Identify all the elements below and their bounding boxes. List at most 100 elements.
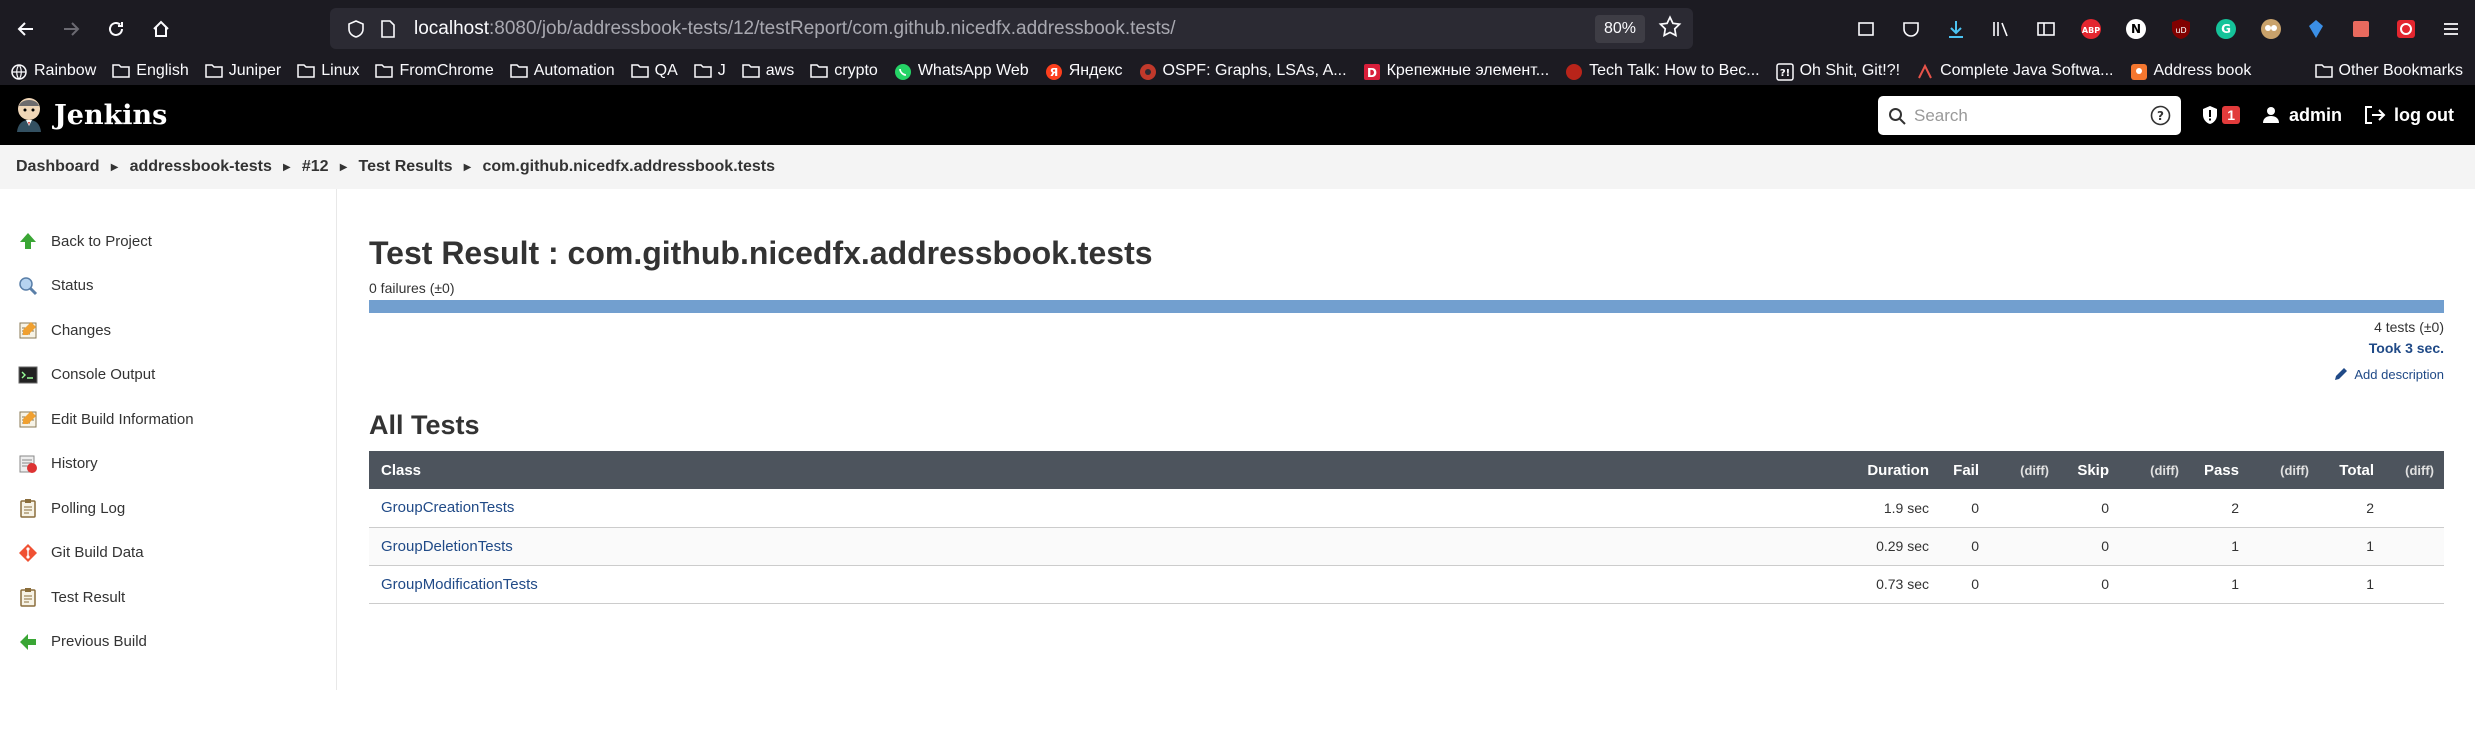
chevron-right-icon[interactable]: ▶ — [100, 162, 130, 173]
bookmark-item[interactable]: J — [694, 62, 726, 80]
cell-fail: 0 — [1939, 527, 1989, 566]
forward-arrow-icon — [63, 21, 79, 36]
sidebar-item-edit-build-information[interactable]: Edit Build Information — [0, 397, 336, 442]
search-input[interactable] — [1914, 105, 2134, 126]
reader-icon[interactable] — [1843, 6, 1888, 51]
folder-icon — [2314, 63, 2333, 79]
bookmark-item[interactable]: QA — [630, 62, 678, 80]
zoom-level[interactable]: 80% — [1594, 15, 1645, 43]
other-bookmarks[interactable]: Other Bookmarks — [2314, 62, 2463, 80]
download-icon[interactable] — [1933, 6, 1978, 51]
sidebar-item-git-build-data[interactable]: Git Build Data — [0, 531, 336, 576]
duration-link[interactable]: Took 3 sec. — [369, 340, 2444, 356]
reload-icon — [108, 21, 123, 36]
bookmark-item[interactable]: English — [112, 62, 189, 80]
bookmark-item[interactable]: Automation — [509, 62, 615, 80]
header-total-diff[interactable]: (diff) — [2384, 451, 2444, 489]
jenkins-home-link[interactable]: Jenkins — [14, 96, 167, 134]
sidebar-item-back-to-project[interactable]: Back to Project — [0, 219, 336, 264]
opera-icon[interactable] — [2383, 6, 2428, 51]
addressbook-icon — [2130, 63, 2148, 80]
folder-icon — [810, 63, 828, 79]
bookmark-item[interactable]: Tech Talk: How to Bec... — [1565, 62, 1760, 80]
logout-link[interactable]: log out — [2364, 105, 2454, 126]
user-menu[interactable]: admin — [2262, 105, 2342, 126]
breadcrumb-dashboard[interactable]: Dashboard — [16, 158, 100, 176]
bookmark-item[interactable]: Я Яндекс — [1045, 62, 1123, 80]
sidebar-toggle-icon[interactable] — [2023, 6, 2068, 51]
bookmark-label: QA — [654, 62, 678, 79]
cell-skip-diff — [2119, 527, 2189, 566]
bookmark-label: Juniper — [228, 62, 282, 79]
cell-total: 1 — [2319, 527, 2384, 566]
header-pass-diff[interactable]: (diff) — [2249, 451, 2319, 489]
menu-icon[interactable] — [2428, 6, 2473, 51]
home-button[interactable] — [138, 6, 183, 51]
security-alert-button[interactable]: 1 — [2201, 105, 2240, 125]
url-bar[interactable]: localhost:8080/job/addressbook-tests/12/… — [330, 8, 1693, 49]
bookmark-item[interactable]: Complete Java Softwa... — [1916, 62, 2114, 80]
sidebar-item-label: Git Build Data — [51, 544, 144, 562]
chevron-right-icon[interactable]: ▶ — [272, 162, 302, 173]
header-fail-diff[interactable]: (diff) — [1989, 451, 2059, 489]
sidebar-item-test-result[interactable]: Test Result — [0, 575, 336, 620]
bookmark-item[interactable]: FromChrome — [375, 62, 494, 80]
bookmark-star-icon[interactable] — [1657, 14, 1683, 45]
ublock-icon[interactable]: uD — [2158, 6, 2203, 51]
test-class-link[interactable]: GroupModificationTests — [381, 576, 538, 593]
bookmark-item[interactable]: Rainbow — [10, 62, 96, 80]
pocket-icon[interactable] — [1888, 6, 1933, 51]
test-class-link[interactable]: GroupDeletionTests — [381, 538, 513, 555]
bookmark-item[interactable]: crypto — [810, 62, 878, 80]
bookmark-item[interactable]: ?! Oh Shit, Git!?! — [1775, 62, 1900, 81]
test-class-link[interactable]: GroupCreationTests — [381, 499, 514, 516]
help-icon[interactable]: ? — [2150, 105, 2171, 126]
sidebar-item-status[interactable]: Status — [0, 264, 336, 309]
bookmark-item[interactable]: WhatsApp Web — [894, 62, 1029, 80]
chevron-right-icon[interactable]: ▶ — [329, 162, 359, 173]
cell-pass-diff — [2249, 489, 2319, 528]
extension-red-icon[interactable] — [2338, 6, 2383, 51]
other-bookmarks-label: Other Bookmarks — [2338, 62, 2463, 79]
back-button[interactable] — [3, 6, 48, 51]
header-class[interactable]: Class — [369, 451, 1839, 489]
sidebar-item-console-output[interactable]: Console Output — [0, 353, 336, 398]
pass-progress-bar — [369, 300, 2444, 313]
bookmark-item[interactable]: Linux — [297, 62, 359, 80]
sidebar-item-history[interactable]: History — [0, 442, 336, 487]
header-fail[interactable]: Fail — [1939, 451, 1989, 489]
library-icon[interactable] — [1978, 6, 2023, 51]
bookmark-item[interactable]: D Крепежные элемент... — [1363, 62, 1549, 80]
header-total[interactable]: Total — [2319, 451, 2384, 489]
sidebar-item-polling-log[interactable]: Polling Log — [0, 486, 336, 531]
clipboard-icon — [17, 586, 39, 608]
breadcrumb-test-results[interactable]: Test Results — [359, 158, 453, 176]
header-duration[interactable]: Duration — [1839, 451, 1939, 489]
forward-button[interactable] — [48, 6, 93, 51]
grammarly-icon[interactable]: G — [2203, 6, 2248, 51]
red-circle-icon — [1565, 63, 1583, 80]
gem-icon[interactable] — [2293, 6, 2338, 51]
bookmark-item[interactable]: aws — [742, 62, 794, 80]
bookmark-item[interactable]: Juniper — [205, 62, 281, 80]
sidebar-item-label: Polling Log — [51, 499, 126, 517]
bookmark-item[interactable]: Address book — [2130, 62, 2251, 80]
owl-icon[interactable] — [2248, 6, 2293, 51]
chevron-right-icon[interactable]: ▶ — [453, 162, 483, 173]
breadcrumb-project[interactable]: addressbook-tests — [130, 158, 272, 176]
header-skip[interactable]: Skip — [2059, 451, 2119, 489]
sidebar-item-changes[interactable]: Changes — [0, 308, 336, 353]
reload-button[interactable] — [93, 6, 138, 51]
breadcrumb-build[interactable]: #12 — [302, 158, 329, 176]
bookmark-label: J — [717, 62, 726, 79]
breadcrumb-package[interactable]: com.github.nicedfx.addressbook.tests — [483, 158, 776, 176]
cell-fail: 0 — [1939, 565, 1989, 604]
sidebar-item-previous-build[interactable]: Previous Build — [0, 620, 336, 665]
search-box[interactable]: ? — [1878, 96, 2181, 135]
adblock-icon[interactable]: ABP — [2068, 6, 2113, 51]
header-skip-diff[interactable]: (diff) — [2119, 451, 2189, 489]
add-description-link[interactable]: Add description — [369, 366, 2444, 382]
header-pass[interactable]: Pass — [2189, 451, 2249, 489]
notion-icon[interactable]: N — [2113, 6, 2158, 51]
bookmark-item[interactable]: OSPF: Graphs, LSAs, A... — [1139, 62, 1347, 80]
